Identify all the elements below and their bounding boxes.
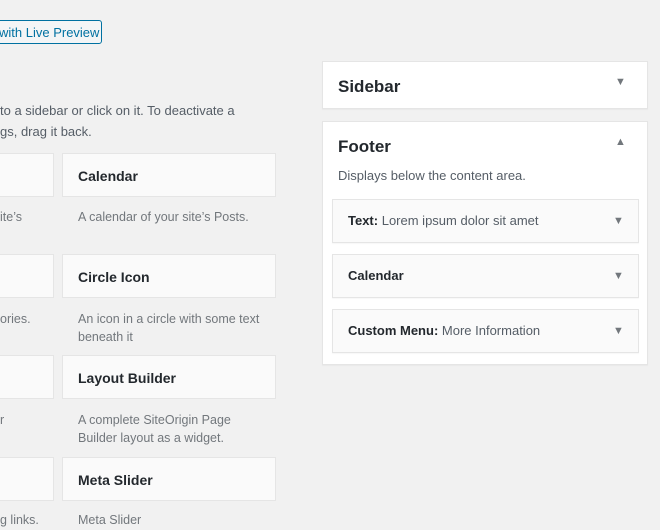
footer-area-description: Displays below the content area.	[338, 168, 526, 183]
widget-description: g links.	[0, 513, 39, 527]
available-widget-tile[interactable]	[0, 457, 54, 501]
widget-tile-meta-slider[interactable]: Meta Slider	[62, 457, 276, 501]
widget-type: Calendar	[348, 268, 404, 283]
available-widget-tile[interactable]	[0, 254, 54, 298]
intro-line-1: to a sidebar or click on it. To deactiva…	[0, 103, 235, 118]
widget-description-line: Builder layout as a widget.	[78, 431, 224, 445]
widget-tile-calendar[interactable]: Calendar	[62, 153, 276, 197]
widget-title: Calendar	[78, 168, 138, 184]
footer-widget-calendar[interactable]: Calendar ▼	[332, 254, 639, 298]
intro-text: to a sidebar or click on it. To deactiva…	[0, 100, 235, 142]
widget-name: More Information	[438, 323, 541, 338]
widget-description: r	[0, 413, 5, 427]
widget-title: Custom Menu: More Information	[348, 310, 540, 352]
widget-tile-layout-builder[interactable]: Layout Builder	[62, 355, 276, 399]
widget-type: Text:	[348, 213, 379, 228]
arrow-up-icon[interactable]: ▲	[615, 136, 626, 148]
widget-description-line: An icon in a circle with some text	[78, 312, 260, 326]
widget-description: A complete SiteOrigin Page Builder layou…	[78, 411, 231, 447]
widget-description-line: A complete SiteOrigin Page	[78, 413, 231, 427]
footer-widget-custom-menu[interactable]: Custom Menu: More Information ▼	[332, 309, 639, 353]
widget-title: Layout Builder	[78, 370, 177, 386]
manage-live-preview-button[interactable]: with Live Preview	[0, 20, 102, 44]
available-widget-tile[interactable]	[0, 153, 54, 197]
widget-description-line: A calendar of your site’s Posts.	[78, 210, 249, 224]
arrow-down-icon[interactable]: ▼	[613, 215, 624, 227]
widget-description-line: Meta Slider	[78, 513, 142, 527]
arrow-down-icon[interactable]: ▼	[615, 76, 626, 88]
sidebar-area-title: Sidebar	[338, 77, 401, 96]
widget-type: Custom Menu:	[348, 323, 439, 338]
available-widget-tile[interactable]	[0, 355, 54, 399]
widget-title: Circle Icon	[78, 269, 150, 285]
widget-description: A calendar of your site’s Posts.	[78, 208, 249, 226]
widget-description: Meta Slider	[78, 511, 141, 529]
intro-line-2: gs, drag it back.	[0, 124, 92, 139]
widget-tile-circle-icon[interactable]: Circle Icon	[62, 254, 276, 298]
widget-description-line: beneath it	[78, 330, 133, 344]
footer-widget-text[interactable]: Text: Lorem ipsum dolor sit amet ▼	[332, 199, 639, 243]
footer-area[interactable]: Footer ▲ Displays below the content area…	[322, 121, 648, 365]
widget-title: Calendar	[348, 255, 404, 297]
widget-name: Lorem ipsum dolor sit amet	[378, 213, 539, 228]
arrow-down-icon[interactable]: ▼	[613, 270, 624, 282]
arrow-down-icon[interactable]: ▼	[613, 325, 624, 337]
sidebar-area[interactable]: Sidebar ▼	[322, 61, 648, 109]
widget-title: Meta Slider	[78, 472, 153, 488]
widget-description: ories.	[0, 312, 31, 326]
widget-description: An icon in a circle with some text benea…	[78, 310, 259, 346]
widget-title: Text: Lorem ipsum dolor sit amet	[348, 200, 539, 242]
footer-area-title: Footer	[338, 137, 391, 156]
widget-description: ite’s	[0, 210, 23, 224]
